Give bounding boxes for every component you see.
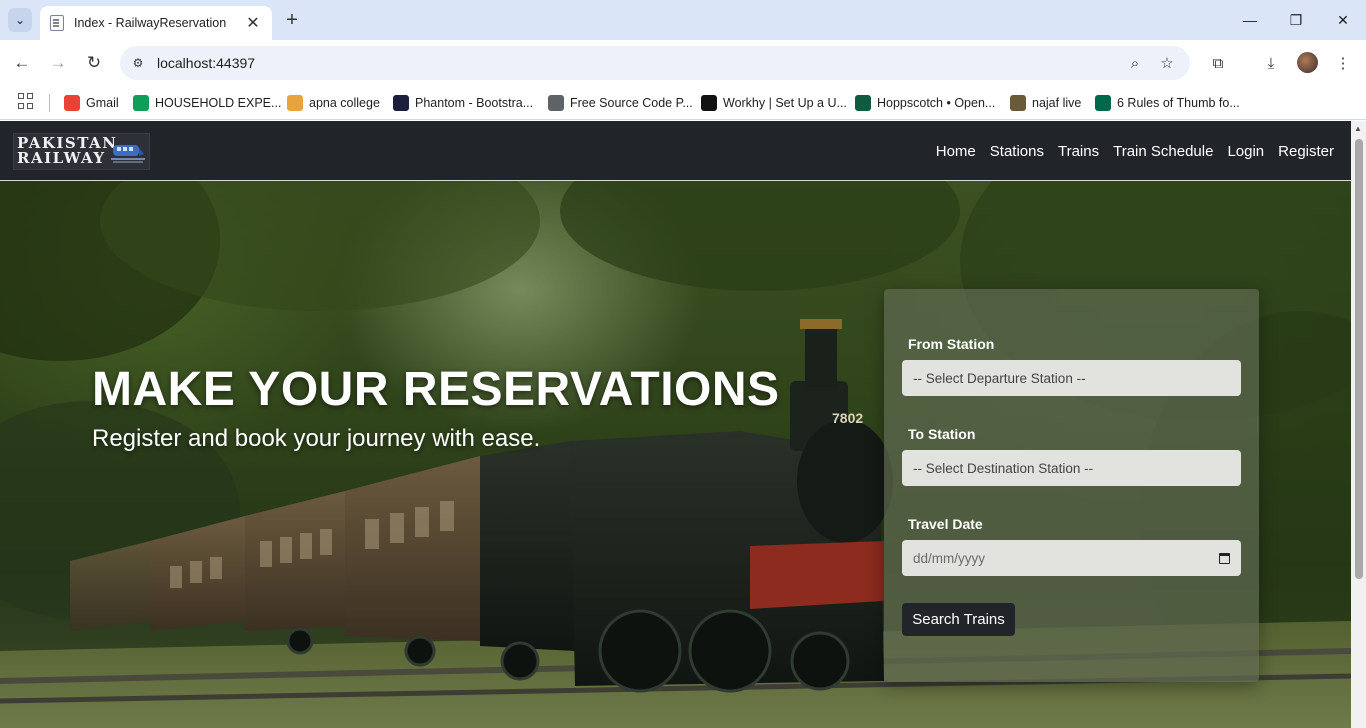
hero-subtitle: Register and book your journey with ease…: [92, 425, 541, 452]
bookmark-item[interactable]: 6 Rules of Thumb fo...: [1095, 92, 1240, 114]
nav-link-home[interactable]: Home: [936, 143, 976, 160]
nav-link-register[interactable]: Register: [1278, 143, 1334, 160]
browser-toolbar: ← → ↻ ⚙ localhost:44397 ⌕ ☆ ⧉ ⤓ ⋮: [0, 40, 1366, 86]
minimize-window-button[interactable]: —: [1227, 8, 1273, 32]
scroll-up-icon[interactable]: ▲: [1354, 124, 1362, 133]
bookmark-label: Gmail: [86, 96, 119, 110]
bookmark-label: 6 Rules of Thumb fo...: [1117, 96, 1240, 110]
bookmarks-bar: Gmail HOUSEHOLD EXPE... apna college Phanto…: [0, 86, 1366, 120]
url-text[interactable]: localhost:44397: [157, 55, 255, 71]
mongodb-icon: [1095, 95, 1111, 111]
chevron-down-icon: ⌄: [14, 13, 26, 27]
apps-grid-icon[interactable]: [18, 93, 34, 109]
train-logo-icon: [111, 145, 145, 163]
address-bar[interactable]: ⚙ localhost:44397 ⌕ ☆: [120, 46, 1190, 80]
bookmark-label: Hoppscotch • Open...: [877, 96, 996, 110]
najaf-icon: [1010, 95, 1026, 111]
site-info-icon[interactable]: ⚙: [128, 53, 148, 73]
bookmarks-divider: [49, 94, 50, 112]
workhy-icon: [701, 95, 717, 111]
page-viewport: PAKISTAN RAILWAY Home Stations Trains Train…: [0, 121, 1366, 728]
zoom-icon[interactable]: ⌕: [1125, 53, 1145, 73]
bookmark-item[interactable]: apna college: [287, 92, 380, 114]
bookmark-star-icon[interactable]: ☆: [1157, 53, 1177, 73]
browser-tab-active[interactable]: Index - RailwayReservation ✕: [40, 6, 272, 40]
bookmark-label: najaf live: [1032, 96, 1082, 110]
tab-search-button[interactable]: ⌄: [8, 8, 32, 32]
tab-title: Index - RailwayReservation: [74, 16, 227, 30]
menu-kebab-icon[interactable]: ⋮: [1331, 51, 1355, 75]
travel-date-label: Travel Date: [908, 516, 983, 532]
bookmark-item[interactable]: Gmail: [64, 92, 119, 114]
bookmark-label: HOUSEHOLD EXPE...: [155, 96, 282, 110]
restore-window-button[interactable]: ❐: [1273, 8, 1319, 32]
hero-title: MAKE YOUR RESERVATIONS: [92, 363, 780, 416]
reload-button[interactable]: ↻: [82, 51, 106, 75]
hoppscotch-icon: [855, 95, 871, 111]
search-trains-button[interactable]: Search Trains: [902, 603, 1015, 636]
arrow-right-icon: →: [49, 53, 67, 72]
logo-line-2: RAILWAY: [17, 149, 106, 167]
from-station-label: From Station: [908, 336, 995, 352]
new-tab-button[interactable]: +: [282, 9, 302, 31]
travel-date-placeholder: dd/mm/yyyy: [913, 550, 986, 566]
page-favicon-icon: [50, 15, 64, 31]
extensions-icon[interactable]: ⧉: [1206, 51, 1230, 75]
to-station-select[interactable]: -- Select Destination Station --: [902, 450, 1241, 486]
bookmark-item[interactable]: Hoppscotch • Open...: [855, 92, 995, 114]
bookmark-item[interactable]: Workhy | Set Up a U...: [701, 92, 847, 114]
sheets-icon: [133, 95, 149, 111]
profile-avatar[interactable]: [1297, 52, 1318, 73]
svg-text:7802: 7802: [832, 410, 863, 426]
bookmark-item[interactable]: Phantom - Bootstra...: [393, 92, 533, 114]
from-station-select[interactable]: -- Select Departure Station --: [902, 360, 1241, 396]
close-window-button[interactable]: ✕: [1320, 8, 1366, 32]
site-navbar: PAKISTAN RAILWAY Home Stations Trains Train…: [0, 121, 1351, 181]
browser-tabstrip: ⌄ Index - RailwayReservation ✕ + — ❐ ✕: [0, 0, 1366, 40]
pakistan-railway-logo[interactable]: PAKISTAN RAILWAY: [13, 133, 150, 170]
to-station-placeholder: -- Select Destination Station --: [913, 460, 1094, 476]
scrollbar-thumb[interactable]: [1355, 139, 1363, 579]
bookmark-item[interactable]: HOUSEHOLD EXPE...: [133, 92, 281, 114]
travel-date-input[interactable]: dd/mm/yyyy: [902, 540, 1241, 576]
forward-button[interactable]: →: [46, 51, 70, 75]
bookmark-label: apna college: [309, 96, 380, 110]
arrow-left-icon: ←: [13, 53, 31, 72]
hero-section: 7802 MAKE YOUR RESERVATIONS Register and…: [0, 181, 1351, 728]
apna-college-icon: [287, 95, 303, 111]
bookmark-item[interactable]: najaf live: [1010, 92, 1081, 114]
back-button[interactable]: ←: [10, 51, 34, 75]
phantom-icon: [393, 95, 409, 111]
nav-link-login[interactable]: Login: [1227, 143, 1264, 160]
nav-link-train-schedule[interactable]: Train Schedule: [1113, 143, 1213, 160]
from-station-placeholder: -- Select Departure Station --: [913, 370, 1086, 386]
nav-link-trains[interactable]: Trains: [1058, 143, 1099, 160]
to-station-label: To Station: [908, 426, 976, 442]
bookmark-label: Workhy | Set Up a U...: [723, 96, 847, 110]
bookmark-label: Free Source Code P...: [570, 96, 693, 110]
calendar-icon[interactable]: [1219, 552, 1230, 564]
download-icon[interactable]: ⤓: [1259, 51, 1283, 75]
globe-icon: [548, 95, 564, 111]
bookmark-item[interactable]: Free Source Code P...: [548, 92, 693, 114]
booking-form: From Station -- Select Departure Station…: [884, 289, 1259, 682]
close-icon[interactable]: ✕: [244, 13, 262, 33]
bookmark-label: Phantom - Bootstra...: [415, 96, 534, 110]
main-nav-links: Home Stations Trains Train Schedule Login Reg…: [936, 143, 1334, 160]
nav-link-stations[interactable]: Stations: [990, 143, 1044, 160]
page-scrollbar[interactable]: ▲: [1351, 121, 1366, 728]
gmail-icon: [64, 95, 80, 111]
reload-icon: ↻: [86, 53, 102, 72]
